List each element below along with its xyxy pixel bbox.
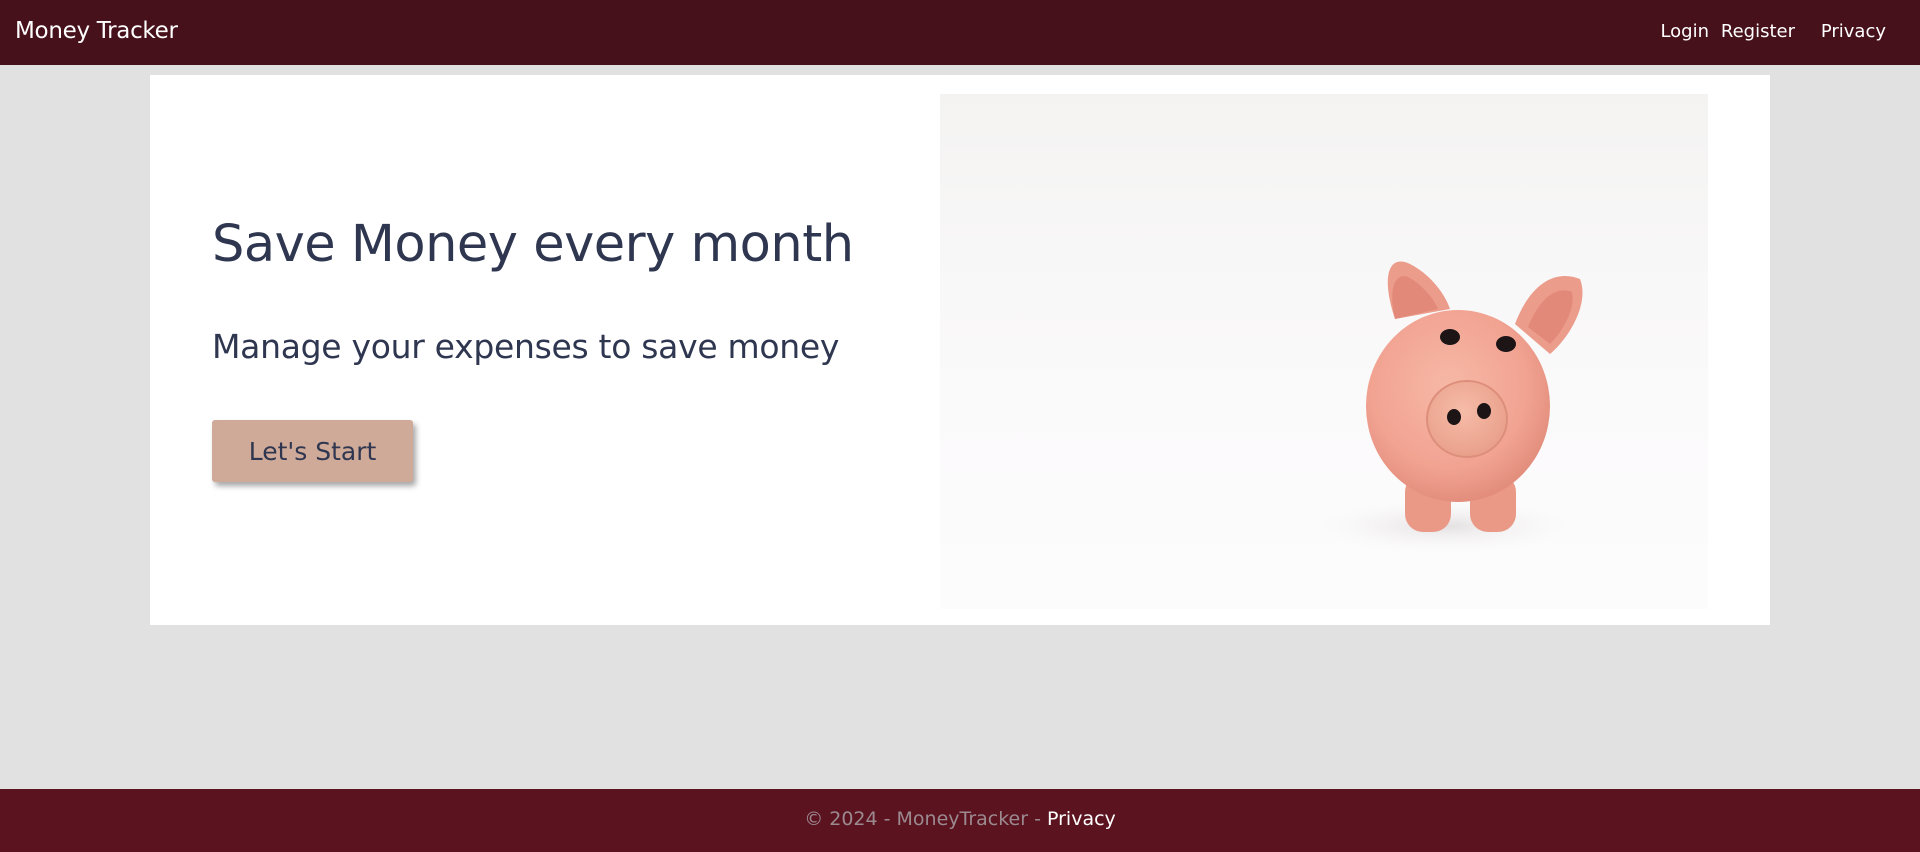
nav-privacy-link[interactable]: Privacy: [1821, 0, 1886, 65]
hero-title: Save Money every month: [212, 215, 854, 274]
hero-text: Save Money every month Manage your expen…: [212, 75, 932, 625]
piggy-bank-icon: [1295, 261, 1595, 556]
navbar: Money Tracker Login Register Privacy: [0, 0, 1920, 65]
footer-copyright: © 2024 - MoneyTracker -: [804, 808, 1047, 830]
brand-link[interactable]: Money Tracker: [15, 0, 178, 65]
nav-login-link[interactable]: Login: [1660, 0, 1709, 65]
nav-register-link[interactable]: Register: [1721, 0, 1795, 65]
footer: © 2024 - MoneyTracker - Privacy: [0, 789, 1920, 852]
hero-subtitle: Manage your expenses to save money: [212, 327, 840, 366]
hero-image: [940, 94, 1708, 609]
lets-start-button[interactable]: Let's Start: [212, 420, 413, 482]
footer-privacy-link[interactable]: Privacy: [1047, 808, 1116, 830]
hero-card: Save Money every month Manage your expen…: [150, 75, 1770, 625]
